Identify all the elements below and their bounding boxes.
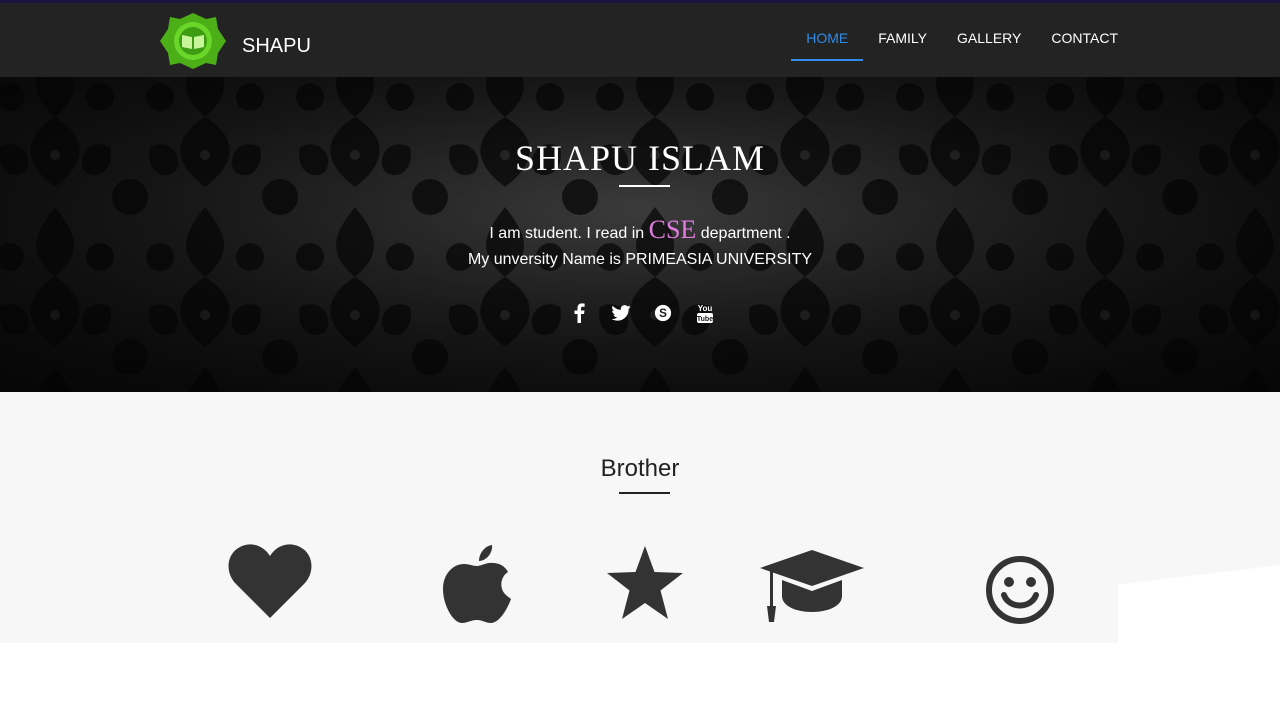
skype-icon[interactable]: S [652, 301, 674, 325]
smiley-icon [986, 556, 1054, 624]
brand-name[interactable]: SHAPU [242, 35, 311, 58]
hero-highlight: CSE [648, 215, 697, 244]
hero-line1-suffix: department . [696, 225, 791, 242]
brother-section: Brother [0, 392, 1280, 643]
svg-text:Tube: Tube [697, 316, 713, 323]
nav-gallery[interactable]: GALLERY [942, 3, 1036, 77]
social-links: S You Tube [568, 301, 716, 325]
twitter-icon[interactable] [610, 301, 632, 325]
graduation-cap-icon [760, 550, 864, 622]
section-title: Brother [600, 455, 680, 482]
svg-text:S: S [659, 307, 667, 320]
hero-title: SHAPU ISLAM [514, 138, 766, 178]
nav-contact[interactable]: CONTACT [1036, 3, 1133, 77]
youtube-icon[interactable]: You Tube [694, 301, 716, 325]
hero-line1-prefix: I am student. I read in [489, 225, 649, 242]
hero-divider [619, 185, 670, 187]
section-divider [619, 492, 670, 494]
hero-university: My unversity Name is PRIMEASIA UNIVERSIT… [467, 251, 813, 268]
nav-home[interactable]: HOME [791, 3, 864, 77]
heart-icon [228, 544, 312, 618]
brand[interactable]: SHAPU [158, 11, 311, 71]
nav-family[interactable]: FAMILY [863, 3, 942, 77]
hero-banner: SHAPU ISLAM I am student. I read in CSE … [0, 77, 1280, 392]
star-icon [607, 546, 683, 619]
hero-description: I am student. I read in CSE department . [0, 215, 1280, 245]
navbar: SHAPU HOME FAMILY GALLERY CONTACT [0, 0, 1280, 77]
main-nav: HOME FAMILY GALLERY CONTACT [791, 3, 1133, 77]
logo-icon [160, 13, 226, 69]
facebook-icon[interactable] [568, 301, 590, 325]
svg-text:You: You [698, 304, 713, 313]
apple-icon [443, 545, 511, 623]
